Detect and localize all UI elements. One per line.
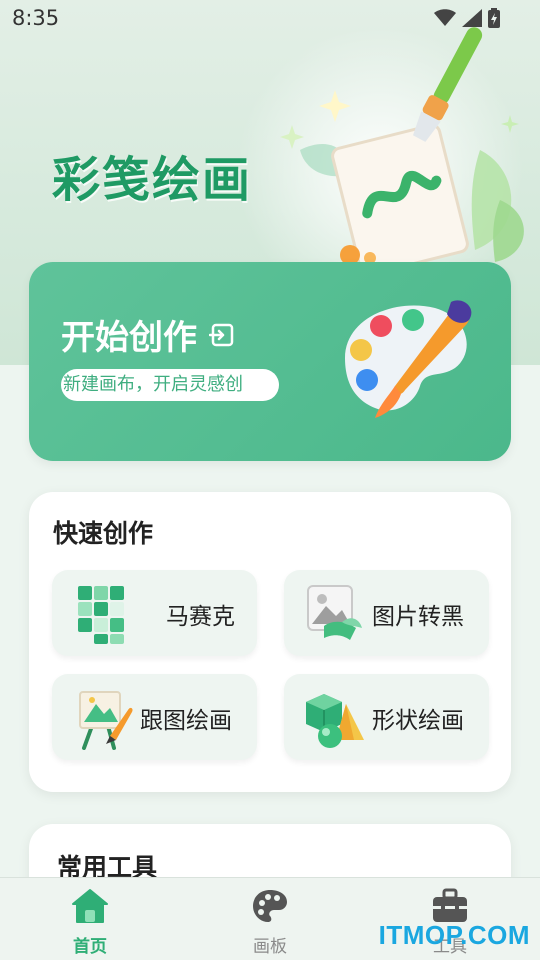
start-creating-card[interactable]: 开始创作 新建画布，开启灵感创 bbox=[29, 262, 511, 461]
app-title: 彩笺绘画 bbox=[52, 152, 253, 208]
mosaic-tile[interactable]: 马赛克 bbox=[52, 570, 257, 656]
mosaic-cubes-icon bbox=[78, 586, 124, 644]
home-icon bbox=[72, 889, 108, 923]
quick-create-title: 快速创作 bbox=[53, 519, 154, 548]
shape-drawing-label: 形状绘画 bbox=[372, 708, 464, 734]
status-bar: 8:35 bbox=[0, 0, 540, 40]
start-title-row: 开始创作 bbox=[61, 310, 235, 359]
quick-create-card: 快速创作 马赛克 图片转黑 跟图绘画 形状绘画 bbox=[29, 492, 511, 792]
image-convert-label: 图片转黑 bbox=[372, 604, 464, 630]
nav-home-label: 首页 bbox=[73, 937, 107, 957]
start-title: 开始创作 bbox=[61, 318, 197, 358]
status-icons bbox=[434, 8, 500, 28]
cellular-signal-icon bbox=[462, 9, 482, 27]
enter-icon bbox=[209, 323, 234, 346]
status-time: 8:35 bbox=[12, 6, 60, 30]
nav-canvas[interactable]: 画板 bbox=[230, 888, 310, 957]
battery-icon bbox=[488, 8, 500, 28]
trace-drawing-tile[interactable]: 跟图绘画 bbox=[52, 674, 257, 760]
palette-icon bbox=[253, 890, 287, 922]
wifi-icon bbox=[434, 9, 456, 26]
toolbox-icon bbox=[433, 888, 467, 922]
shape-drawing-tile[interactable]: 形状绘画 bbox=[284, 674, 489, 760]
nav-home[interactable]: 首页 bbox=[50, 888, 130, 957]
image-convert-icon bbox=[307, 585, 362, 640]
start-subtitle: 新建画布，开启灵感创 bbox=[61, 369, 279, 401]
image-convert-tile[interactable]: 图片转黑 bbox=[284, 570, 489, 656]
easel-trace-icon bbox=[79, 691, 133, 750]
trace-drawing-label: 跟图绘画 bbox=[140, 708, 232, 734]
palette-brush-illustration bbox=[345, 300, 472, 418]
shapes-3d-icon bbox=[306, 694, 364, 748]
mosaic-label: 马赛克 bbox=[166, 604, 235, 630]
nav-canvas-label: 画板 bbox=[253, 937, 287, 957]
watermark: ITMOP.COM bbox=[378, 920, 530, 950]
